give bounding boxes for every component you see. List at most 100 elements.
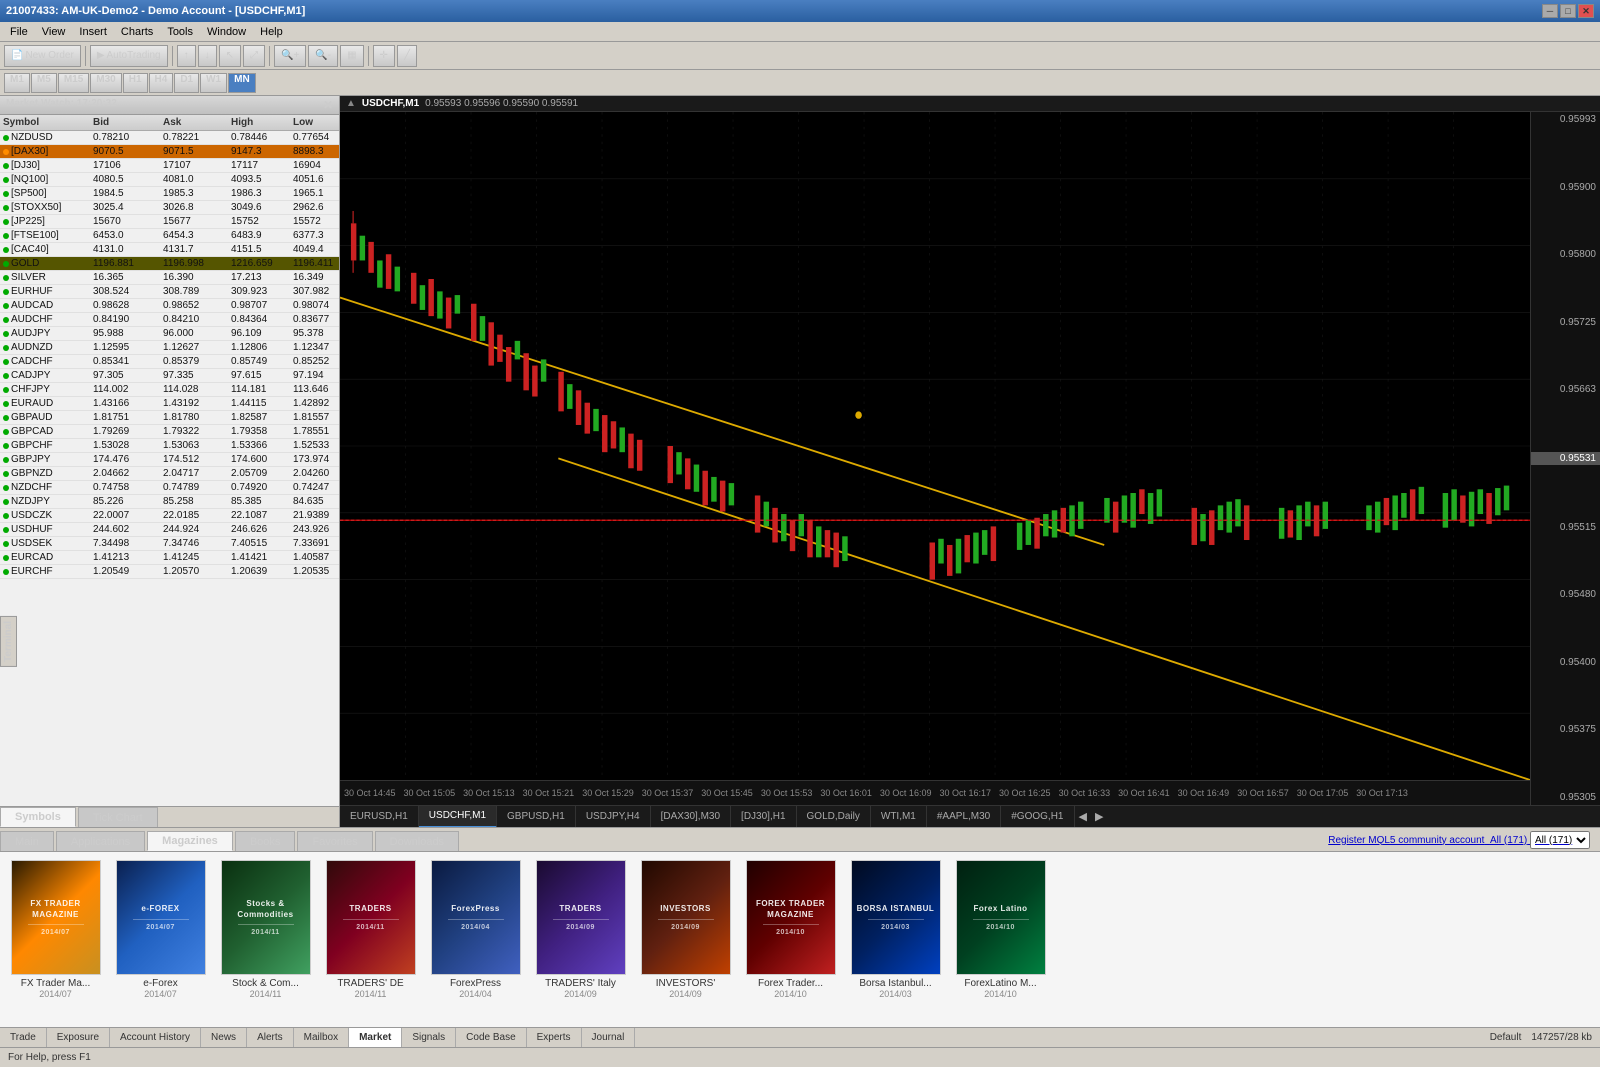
market-watch-row[interactable]: AUDNZD 1.12595 1.12627 1.12806 1.12347 1… [0,341,339,355]
bottom-tab-main[interactable]: Main [0,831,54,851]
menu-item-charts[interactable]: Charts [115,25,159,39]
toolbar-btn-3[interactable]: ↖ [219,45,241,67]
tf-m15[interactable]: M15 [58,73,89,93]
market-watch-row[interactable]: [NQ100] 4080.5 4081.0 4093.5 4051.6 17:2… [0,173,339,187]
market-watch-row[interactable]: USDHUF 244.602 244.924 246.626 243.926 1… [0,523,339,537]
status-tab-journal[interactable]: Journal [582,1028,636,1047]
maximize-button[interactable]: □ [1560,4,1576,18]
magazine-card[interactable]: e-FOREX 2014/07 e-Forex 2014/07 [113,860,208,1019]
magazine-card[interactable]: FX TRADER MAGAZINE 2014/07 FX Trader Ma.… [8,860,103,1019]
toolbar-btn-2[interactable]: ↓ [198,45,217,67]
chart-canvas[interactable]: SELL 0.95 59 1 0.95 60 3 BUY [340,112,1600,805]
bottom-tab-applications[interactable]: Applications [56,831,145,851]
status-tab-signals[interactable]: Signals [402,1028,456,1047]
market-watch-row[interactable]: CADCHF 0.85341 0.85379 0.85749 0.85252 1… [0,355,339,369]
status-tab-trade[interactable]: Trade [0,1028,47,1047]
chart-tab-gold-daily[interactable]: GOLD,Daily [797,806,871,828]
market-watch-row[interactable]: GBPJPY 174.476 174.512 174.600 173.974 1… [0,453,339,467]
chart-tab-usdchf-m1[interactable]: USDCHF,M1 [419,806,497,828]
market-watch-row[interactable]: USDSEK 7.34498 7.34746 7.40515 7.33691 1… [0,537,339,551]
magazine-card[interactable]: INVESTORS 2014/09 INVESTORS' 2014/09 [638,860,733,1019]
tf-d1[interactable]: D1 [174,73,199,93]
magazine-card[interactable]: ForexPress 2014/04 ForexPress 2014/04 [428,860,523,1019]
magazine-card[interactable]: Stocks & Commodities 2014/11 Stock & Com… [218,860,313,1019]
market-watch-row[interactable]: GBPCAD 1.79269 1.79322 1.79358 1.78551 1… [0,425,339,439]
tf-m1[interactable]: M1 [4,73,30,93]
symbols-tab[interactable]: Symbols [0,807,76,827]
bottom-tab-books[interactable]: Books [235,831,296,851]
bottom-tab-downloads[interactable]: Downloads [375,831,459,851]
crosshair-button[interactable]: ✛ [373,45,395,67]
tf-w1[interactable]: W1 [200,73,227,93]
chart-type-button[interactable]: ▦ [340,45,363,67]
market-watch-row[interactable]: [FTSE100] 6453.0 6454.3 6483.9 6377.3 17… [0,229,339,243]
status-tab-market[interactable]: Market [349,1028,402,1047]
chart-tab--goog-h1[interactable]: #GOOG,H1 [1001,806,1074,828]
magazine-card[interactable]: TRADERS 2014/11 TRADERS' DE 2014/11 [323,860,418,1019]
terminal-tab[interactable]: Terminal [0,616,17,667]
status-tab-alerts[interactable]: Alerts [247,1028,294,1047]
market-watch-row[interactable]: [CAC40] 4131.0 4131.7 4151.5 4049.4 17:2… [0,243,339,257]
market-watch-row[interactable]: [DJ30] 17106 17107 17117 16904 17:20:31 [0,159,339,173]
menu-item-window[interactable]: Window [201,25,252,39]
magazine-card[interactable]: FOREX TRADER MAGAZINE 2014/10 Forex Trad… [743,860,838,1019]
tf-m5[interactable]: M5 [31,73,57,93]
menu-item-file[interactable]: File [4,25,34,39]
new-order-button[interactable]: 📄 New Order [4,45,81,67]
market-watch-row[interactable]: [JP225] 15670 15677 15752 15572 17:20:00 [0,215,339,229]
market-watch-row[interactable]: NZDUSD 0.78210 0.78221 0.78446 0.77654 1… [0,131,339,145]
market-watch-row[interactable]: CADJPY 97.305 97.335 97.615 97.194 17:20… [0,369,339,383]
zoom-in-button[interactable]: 🔍+ [274,45,306,67]
tab-scroll-right[interactable]: ▶ [1091,810,1107,823]
tab-scroll-left[interactable]: ◀ [1075,810,1091,823]
menu-item-tools[interactable]: Tools [161,25,199,39]
bottom-tab-favorites[interactable]: Favorites [297,831,372,851]
market-watch-row[interactable]: NZDJPY 85.226 85.258 85.385 84.635 17:20… [0,495,339,509]
zoom-out-button[interactable]: 🔍- [308,45,338,67]
market-watch-row[interactable]: [DAX30] 9070.5 9071.5 9147.3 8898.3 17:2… [0,145,339,159]
toolbar-btn-4[interactable]: ⤢ [243,45,265,67]
market-watch-row[interactable]: CHFJPY 114.002 114.028 114.181 113.646 1… [0,383,339,397]
status-tab-account-history[interactable]: Account History [110,1028,201,1047]
market-watch-row[interactable]: [STOXX50] 3025.4 3026.8 3049.6 2962.6 17… [0,201,339,215]
magazine-card[interactable]: Forex Latino 2014/10 ForexLatino M... 20… [953,860,1048,1019]
market-watch-row[interactable]: EURHUF 308.524 308.789 309.923 307.982 1… [0,285,339,299]
tick-chart-tab[interactable]: Tick Chart [78,807,158,827]
chart-tab-eurusd-h1[interactable]: EURUSD,H1 [340,806,419,828]
autotrading-button[interactable]: ▶ AutoTrading [90,45,168,67]
chart-tab-gbpusd-h1[interactable]: GBPUSD,H1 [497,806,576,828]
line-button[interactable]: ╱ [397,45,417,67]
toolbar-btn-1[interactable]: ↑ [177,45,196,67]
menu-item-view[interactable]: View [36,25,72,39]
market-watch-row[interactable]: GBPNZD 2.04662 2.04717 2.05709 2.04260 1… [0,467,339,481]
market-watch-row[interactable]: GBPCHF 1.53028 1.53063 1.53366 1.52533 1… [0,439,339,453]
status-tab-news[interactable]: News [201,1028,247,1047]
count-filter[interactable]: All (171) [1530,831,1590,849]
market-watch-row[interactable]: NZDCHF 0.74758 0.74789 0.74920 0.74247 1… [0,481,339,495]
chart-tab--dax30--m30[interactable]: [DAX30],M30 [651,806,731,828]
market-watch-row[interactable]: AUDJPY 95.988 96.000 96.109 95.378 17:20… [0,327,339,341]
chart-tab--dj30--h1[interactable]: [DJ30],H1 [731,806,796,828]
market-watch-row[interactable]: AUDCHF 0.84190 0.84210 0.84364 0.83677 1… [0,313,339,327]
status-tab-mailbox[interactable]: Mailbox [294,1028,349,1047]
status-tab-code-base[interactable]: Code Base [456,1028,526,1047]
market-watch-row[interactable]: EURAUD 1.43166 1.43192 1.44115 1.42892 1… [0,397,339,411]
market-watch-row[interactable]: GBPAUD 1.81751 1.81780 1.82587 1.81557 1… [0,411,339,425]
register-link[interactable]: Register MQL5 community account All (171… [1318,829,1600,851]
chart-tab--aapl-m30[interactable]: #AAPL,M30 [927,806,1001,828]
magazine-card[interactable]: TRADERS 2014/09 TRADERS' Italy 2014/09 [533,860,628,1019]
tf-h1[interactable]: H1 [123,73,148,93]
minimize-button[interactable]: ─ [1542,4,1558,18]
chart-tab-wti-m1[interactable]: WTI,M1 [871,806,927,828]
market-watch-close[interactable]: ✕ [323,98,333,112]
chart-tab-usdjpy-h4[interactable]: USDJPY,H4 [576,806,651,828]
bottom-tab-magazines[interactable]: Magazines [147,831,233,851]
status-tab-exposure[interactable]: Exposure [47,1028,110,1047]
market-watch-row[interactable]: [SP500] 1984.5 1985.3 1986.3 1965.1 17:2… [0,187,339,201]
market-watch-row[interactable]: EURCHF 1.20549 1.20570 1.20639 1.20535 1… [0,565,339,579]
market-watch-row[interactable]: AUDCAD 0.98628 0.98652 0.98707 0.98074 1… [0,299,339,313]
market-watch-row[interactable]: SILVER 16.365 16.390 17.213 16.349 17:20… [0,271,339,285]
magazine-card[interactable]: BORSA ISTANBUL 2014/03 Borsa Istanbul...… [848,860,943,1019]
market-watch-row[interactable]: GOLD 1196.881 1196.998 1216.659 1196.411… [0,257,339,271]
tf-mn[interactable]: MN [228,73,256,93]
